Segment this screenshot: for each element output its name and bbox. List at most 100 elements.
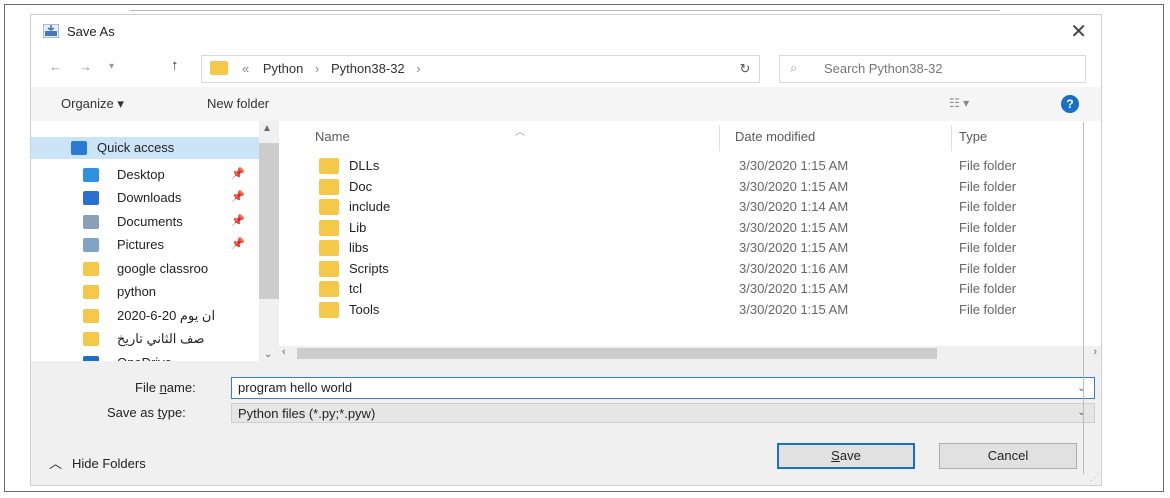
address-folder-icon bbox=[210, 61, 228, 75]
file-date-cell: 3/30/2020 1:16 AM bbox=[739, 260, 849, 276]
background-window-edge-right bbox=[1083, 122, 1094, 474]
file-name-cell: Doc bbox=[349, 178, 373, 194]
folder-icon bbox=[319, 158, 339, 174]
column-divider[interactable] bbox=[719, 125, 720, 151]
address-separator-icon[interactable]: › bbox=[416, 61, 420, 76]
help-icon[interactable]: ? bbox=[1061, 95, 1079, 113]
nav-item[interactable]: python bbox=[31, 281, 261, 303]
recent-locations-chevron-icon[interactable]: ▾ bbox=[109, 61, 114, 72]
folder-icon bbox=[319, 199, 339, 215]
search-input[interactable]: ⌕ Search Python38-32 bbox=[779, 55, 1086, 83]
file-name-cell: Lib bbox=[349, 219, 367, 235]
column-header-name[interactable]: Name bbox=[315, 129, 350, 144]
organize-button[interactable]: Organize ▾ bbox=[61, 96, 124, 112]
save-as-dialog: Save As ✕ ← → ▾ ↑ « Python › Python38-32… bbox=[30, 14, 1102, 486]
file-date-cell: 3/30/2020 1:15 AM bbox=[739, 240, 849, 255]
nav-item[interactable]: صف الثاني تاريخ bbox=[31, 328, 261, 350]
new-folder-button[interactable]: New folder bbox=[207, 96, 269, 111]
horizontal-scrollbar-thumb[interactable] bbox=[297, 348, 937, 359]
nav-item-label: Pictures bbox=[117, 237, 164, 252]
background-window-edge bbox=[130, 10, 1000, 13]
hide-folders-button[interactable]: ︿ Hide Folders bbox=[49, 453, 146, 472]
table-row[interactable]: Lib 3/30/2020 1:15 AM File folder bbox=[279, 217, 1101, 238]
title-bar: Save As ✕ bbox=[31, 15, 1101, 47]
file-date-cell: 3/30/2020 1:15 AM bbox=[739, 301, 849, 317]
nav-item[interactable]: Desktop 📌 bbox=[31, 164, 261, 186]
file-name-cell: include bbox=[349, 199, 391, 214]
address-separator-icon[interactable]: › bbox=[315, 61, 319, 76]
close-icon[interactable]: ✕ bbox=[1070, 19, 1087, 44]
pin-icon[interactable]: 📌 bbox=[231, 167, 245, 180]
refresh-icon[interactable]: ↻ bbox=[731, 55, 760, 83]
nav-item-label: صف الثاني تاريخ bbox=[117, 331, 205, 346]
folder-icon bbox=[83, 308, 99, 323]
download-icon bbox=[83, 191, 99, 205]
pin-icon[interactable]: 📌 bbox=[231, 190, 245, 203]
nav-item-label: python bbox=[117, 284, 157, 299]
file-date-cell: 3/30/2020 1:15 AM bbox=[739, 158, 849, 173]
file-name-cell: DLLs bbox=[349, 158, 380, 173]
star-icon bbox=[71, 141, 87, 155]
view-options-button[interactable]: ☷ ▾ bbox=[949, 96, 969, 110]
file-name-input[interactable]: program hello world bbox=[231, 377, 1095, 399]
file-name-cell: tcl bbox=[349, 281, 362, 296]
nav-item-label: Downloads bbox=[117, 190, 182, 205]
table-row[interactable]: libs 3/30/2020 1:15 AM File folder bbox=[279, 237, 1101, 258]
sort-caret-icon: ︿ bbox=[515, 127, 525, 138]
nav-item[interactable]: ان يوم 20-6-2020 bbox=[31, 305, 261, 327]
scroll-left-icon[interactable]: ‹ bbox=[282, 346, 286, 358]
column-header-type[interactable]: Type bbox=[959, 129, 987, 144]
pin-icon[interactable]: 📌 bbox=[231, 214, 245, 227]
file-type-cell: File folder bbox=[959, 219, 1017, 235]
address-overflow[interactable]: « bbox=[242, 61, 249, 76]
table-row[interactable]: include 3/30/2020 1:14 AM File folder bbox=[279, 196, 1101, 217]
save-as-icon bbox=[43, 24, 59, 38]
cancel-button[interactable]: Cancel bbox=[939, 443, 1077, 469]
table-row[interactable]: Tools 3/30/2020 1:15 AM File folder bbox=[279, 299, 1101, 320]
scroll-up-icon[interactable]: ▲ bbox=[262, 123, 272, 134]
address-segment-python38-32[interactable]: Python38-32 bbox=[331, 61, 405, 76]
back-arrow-icon[interactable]: ← bbox=[49, 59, 62, 74]
save-as-type-select[interactable]: Python files (*.py;*.pyw) bbox=[231, 403, 1095, 423]
folder-icon bbox=[83, 332, 99, 346]
file-name-cell: Scripts bbox=[349, 260, 389, 276]
file-type-cell: File folder bbox=[959, 281, 1017, 296]
table-row[interactable]: DLLs 3/30/2020 1:15 AM File folder bbox=[279, 155, 1101, 176]
folder-icon bbox=[83, 285, 99, 299]
column-header-date-modified[interactable]: Date modified bbox=[735, 129, 815, 144]
table-row[interactable]: tcl 3/30/2020 1:15 AM File folder bbox=[279, 278, 1101, 299]
folder-icon bbox=[319, 260, 339, 277]
address-bar[interactable]: « Python › Python38-32 › ⌄ bbox=[201, 55, 832, 83]
navigation-pane: Quick access Desktop 📌 Downloads 📌 Documents 📌… bbox=[31, 121, 279, 361]
nav-item-label: OneDrive bbox=[117, 355, 172, 362]
file-list-horizontal-scrollbar[interactable]: ‹ › bbox=[279, 346, 1101, 361]
file-type-cell: File folder bbox=[959, 178, 1017, 194]
nav-item-label: Documents bbox=[117, 213, 183, 229]
column-divider[interactable] bbox=[951, 125, 952, 151]
nav-item[interactable]: Documents 📌 bbox=[31, 211, 261, 233]
navigation-row: ← → ▾ ↑ « Python › Python38-32 › ⌄ ↻ ⌕ S… bbox=[31, 47, 1101, 87]
nav-item[interactable]: Downloads 📌 bbox=[31, 187, 261, 209]
address-segment-python[interactable]: Python bbox=[263, 61, 303, 76]
pin-icon[interactable]: 📌 bbox=[231, 237, 245, 250]
nav-item[interactable]: OneDrive bbox=[31, 352, 261, 362]
scroll-down-icon[interactable]: ⌄ bbox=[264, 349, 272, 360]
nav-item[interactable]: Pictures 📌 bbox=[31, 234, 261, 256]
file-date-cell: 3/30/2020 1:15 AM bbox=[739, 178, 849, 194]
nav-item[interactable]: google classroo bbox=[31, 258, 261, 280]
nav-item-label: Desktop bbox=[117, 166, 165, 182]
up-arrow-icon[interactable]: ↑ bbox=[171, 57, 179, 74]
file-name-cell: Tools bbox=[349, 301, 380, 317]
file-list: ︿ Name Date modified Type DLLs 3/30/2020 … bbox=[279, 121, 1101, 361]
folder-icon bbox=[319, 178, 339, 195]
nav-item[interactable]: Quick access bbox=[31, 137, 261, 159]
save-button[interactable]: Save bbox=[777, 443, 915, 469]
forward-arrow-icon[interactable]: → bbox=[79, 59, 92, 74]
folder-icon bbox=[319, 281, 339, 297]
file-date-cell: 3/30/2020 1:14 AM bbox=[739, 199, 849, 214]
search-placeholder: Search Python38-32 bbox=[824, 61, 943, 76]
table-row[interactable]: Scripts 3/30/2020 1:16 AM File folder bbox=[279, 258, 1101, 279]
file-type-cell: File folder bbox=[959, 260, 1017, 276]
nav-scrollbar-thumb[interactable] bbox=[259, 143, 279, 299]
table-row[interactable]: Doc 3/30/2020 1:15 AM File folder bbox=[279, 176, 1101, 197]
